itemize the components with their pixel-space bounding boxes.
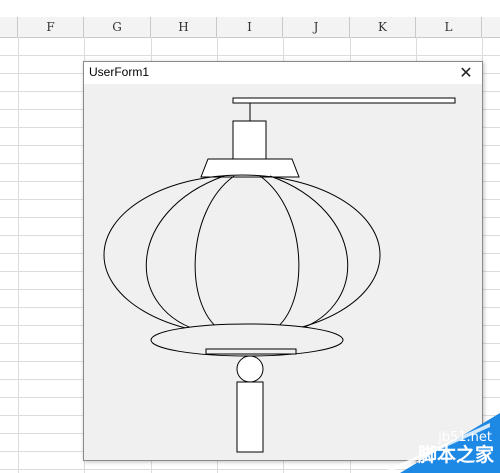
watermark: jb51.net 脚本之家 bbox=[340, 393, 500, 473]
watermark-brand: 脚本之家 bbox=[417, 444, 494, 466]
column-header-f[interactable]: F bbox=[18, 17, 84, 37]
lantern-bead bbox=[236, 355, 264, 383]
lantern-rib-right-inner bbox=[259, 175, 300, 333]
column-header-i[interactable]: I bbox=[217, 17, 283, 37]
column-header-k[interactable]: K bbox=[350, 17, 416, 37]
grid-line bbox=[18, 37, 19, 473]
column-header-l[interactable]: L bbox=[416, 17, 482, 37]
lantern-rib-left-inner bbox=[194, 175, 235, 333]
lantern-tassel bbox=[236, 381, 264, 453]
column-header-row: F G H I J K L bbox=[0, 17, 500, 38]
column-header-h[interactable]: H bbox=[151, 17, 217, 37]
column-header-j[interactable]: J bbox=[283, 17, 350, 37]
lantern-top-cap bbox=[232, 120, 267, 160]
lantern-top-band bbox=[200, 158, 300, 178]
row-header-corner[interactable] bbox=[0, 17, 18, 37]
grid-line bbox=[0, 55, 500, 56]
column-header-next[interactable] bbox=[482, 17, 500, 37]
column-header-g[interactable]: G bbox=[84, 17, 151, 37]
lantern-bottom-band bbox=[205, 348, 297, 355]
lantern-body bbox=[103, 174, 381, 336]
toolbar-strip bbox=[0, 0, 500, 17]
hanging-bar bbox=[232, 97, 456, 104]
